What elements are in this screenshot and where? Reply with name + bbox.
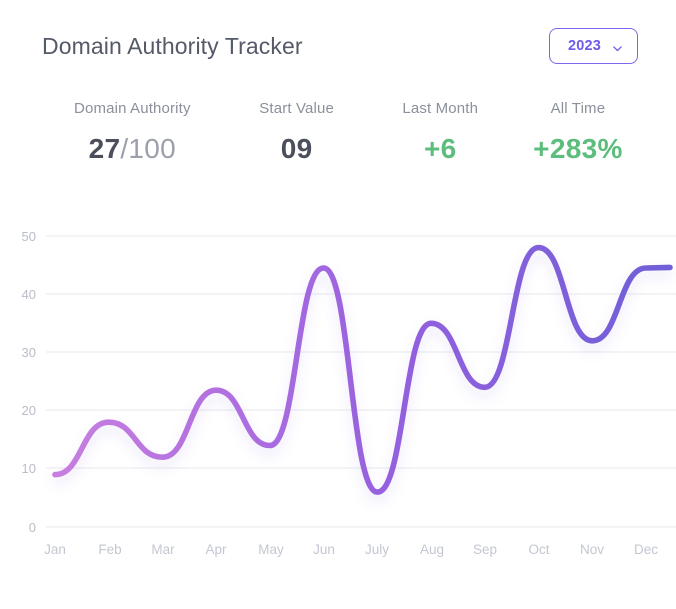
x-tick-label: Nov [580, 542, 604, 557]
chart-series-line [52, 244, 673, 495]
y-tick-label: 30 [22, 345, 36, 360]
x-tick-label: Sep [473, 542, 497, 557]
x-tick-label: Apr [205, 542, 227, 557]
y-tick-label: 20 [22, 403, 36, 418]
stat-start-value: Start Value 09 [223, 100, 371, 165]
chart-gridlines [46, 235, 676, 528]
stat-domain-authority: Domain Authority 27/100 [42, 100, 223, 165]
x-tick-label: July [365, 542, 389, 557]
x-tick-label: Jan [44, 542, 66, 557]
x-tick-label: Feb [98, 542, 121, 557]
stat-last-month: Last Month +6 [371, 100, 510, 165]
y-tick-label: 50 [22, 229, 36, 244]
stat-label: Last Month [402, 100, 479, 117]
year-selector[interactable]: 2023 [548, 28, 638, 64]
stat-all-time: All Time +283% [510, 100, 646, 165]
stat-label: All Time [550, 100, 606, 117]
x-tick-label: Oct [528, 542, 549, 557]
x-tick-label: Dec [634, 542, 658, 557]
stat-value: 27/100 [89, 133, 176, 165]
stats-row: Domain Authority 27/100 Start Value 09 L… [42, 100, 646, 165]
page-title: Domain Authority Tracker [42, 32, 303, 59]
stat-value: +283% [533, 133, 623, 164]
chart-area: 50 40 30 20 10 0 Jan Feb Mar Apr May Jun… [0, 206, 676, 586]
y-tick-label: 0 [29, 520, 36, 535]
x-tick-label: Jun [313, 542, 335, 557]
stat-label: Domain Authority [73, 100, 191, 117]
domain-authority-card: Domain Authority Tracker 2023 Domain Aut… [0, 0, 676, 609]
y-tick-label: 40 [22, 287, 36, 302]
stat-value: +6 [423, 133, 457, 164]
stat-value-main: 27 [88, 133, 121, 164]
x-tick-label: Mar [151, 542, 175, 557]
chart-y-axis: 50 40 30 20 10 0 [22, 229, 36, 535]
chart-x-axis: Jan Feb Mar Apr May Jun July Aug Sep Oct… [44, 542, 658, 557]
domain-authority-line-chart: 50 40 30 20 10 0 Jan Feb Mar Apr May Jun… [22, 229, 676, 557]
chevron-down-icon [612, 41, 623, 52]
year-selector-value: 2023 [567, 38, 601, 54]
x-tick-label: Aug [420, 542, 444, 557]
stat-label: Start Value [259, 100, 334, 117]
card-header: Domain Authority Tracker 2023 [0, 0, 676, 92]
stat-value: 09 [280, 133, 313, 164]
y-tick-label: 10 [22, 461, 36, 476]
stat-value-suffix: /100 [120, 133, 177, 164]
x-tick-label: May [258, 542, 284, 557]
